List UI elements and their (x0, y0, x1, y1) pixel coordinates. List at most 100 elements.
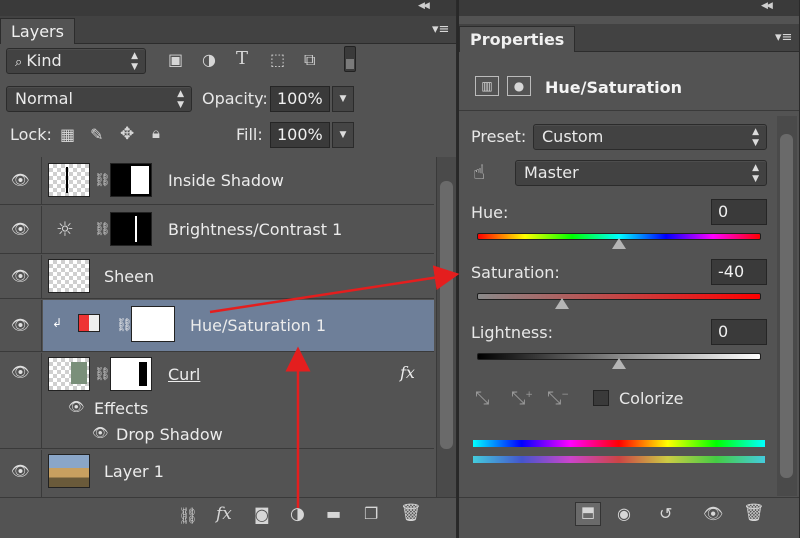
eye-icon[interactable]: 👁︎ (11, 462, 30, 480)
updown-icon: ▲ ▼ (752, 127, 759, 148)
colorize-checkbox[interactable] (593, 390, 609, 406)
layer-name[interactable]: Hue/Saturation 1 (190, 316, 326, 335)
layers-panel-header: ◀◀ (0, 0, 456, 16)
visibility-cell[interactable]: 👁︎ (0, 450, 42, 497)
tab-properties[interactable]: Properties (459, 26, 576, 52)
effect-row-drop-shadow[interactable]: 👁︎ Drop Shadow (0, 423, 434, 449)
brightness-contrast-icon: ☼ (56, 217, 74, 241)
type-layer-filter-icon[interactable]: T (236, 48, 248, 69)
layer-row-brightness-contrast[interactable]: 👁︎ ☼ ⛓︎ Brightness/Contrast 1 (0, 206, 434, 254)
collapse-icon[interactable]: ◀◀ (418, 1, 430, 11)
reset-icon[interactable]: ↺ (659, 504, 672, 523)
eyedropper-plus-icon[interactable]: ⤡+ (511, 388, 533, 409)
lock-all-icon[interactable]: 🔒︎ (152, 124, 160, 142)
pixel-layer-filter-icon[interactable]: ▣ (168, 50, 183, 69)
filter-toggle-switch[interactable] (344, 46, 356, 72)
filter-kind-value: Kind (26, 51, 62, 70)
layer-name[interactable]: Layer 1 (104, 462, 164, 481)
view-previous-state-icon[interactable]: ◉ (617, 504, 631, 523)
new-layer-icon[interactable]: ❐ (364, 504, 378, 523)
properties-panel-header: ◀◀ (459, 0, 799, 16)
layer-mask-icon[interactable]: ● (507, 76, 531, 96)
lightness-label: Lightness: (471, 323, 553, 342)
toggle-visibility-eye-icon[interactable]: 👁︎ (703, 504, 723, 523)
layer-row-hue-saturation[interactable]: 👁︎ ↲ ⛓︎ Hue/Saturation 1 (0, 300, 434, 352)
adjustment-levels-icon[interactable]: ▥ (475, 76, 499, 96)
panel-menu-icon[interactable]: ▾≡ (432, 22, 449, 37)
opacity-field[interactable]: 100% (270, 86, 330, 112)
layer-thumbnail (48, 259, 90, 293)
preset-dropdown[interactable]: Custom ▲ ▼ (533, 124, 767, 150)
effects-row[interactable]: 👁︎ Effects (0, 397, 434, 423)
trash-icon[interactable]: 🗑︎ (400, 503, 422, 523)
link-chain-icon[interactable]: ⛓︎ (94, 222, 111, 237)
saturation-slider-knob[interactable] (555, 298, 570, 309)
lightness-field[interactable]: 0 (711, 319, 767, 345)
lock-position-icon[interactable]: ✥ (120, 124, 134, 144)
tab-layers[interactable]: Layers (0, 18, 75, 44)
panel-menu-icon[interactable]: ▾≡ (775, 30, 792, 45)
lock-transparent-pixels-icon[interactable]: ▦ (60, 125, 75, 144)
add-mask-icon[interactable]: ◙ (254, 505, 270, 524)
effects-label: Effects (94, 399, 149, 418)
layer-name[interactable]: Sheen (104, 267, 154, 286)
saturation-field[interactable]: -40 (711, 259, 767, 285)
new-adjustment-layer-icon[interactable]: ◑ (290, 504, 305, 524)
opacity-dropdown-button[interactable]: ▼ (332, 86, 354, 112)
eye-icon[interactable]: 👁︎ (11, 171, 30, 189)
eyedropper-minus-icon[interactable]: ⤡− (547, 388, 569, 409)
mask-thumbnail (110, 163, 152, 197)
targeted-adjustment-hand-icon[interactable]: ☝︎ (473, 160, 485, 184)
visibility-cell[interactable]: 👁︎ (0, 300, 42, 351)
scrollbar-thumb[interactable] (780, 134, 793, 478)
clip-to-layer-icon[interactable]: ⬒ (575, 502, 601, 526)
layer-name[interactable]: Inside Shadow (168, 171, 284, 190)
visibility-cell[interactable]: 👁︎ (0, 255, 42, 298)
layer-row-layer-1[interactable]: 👁︎ Layer 1 (0, 450, 434, 497)
colorize-label[interactable]: Colorize (619, 389, 683, 408)
layer-row-sheen[interactable]: 👁︎ Sheen (0, 255, 434, 299)
layer-name[interactable]: Curl (168, 365, 200, 384)
link-chain-icon[interactable]: ⛓︎ (116, 318, 133, 333)
link-chain-icon[interactable]: ⛓︎ (94, 173, 111, 188)
link-chain-icon[interactable]: ⛓︎ (94, 367, 111, 382)
scrollbar-thumb[interactable] (440, 181, 453, 449)
fill-field[interactable]: 100% (270, 122, 330, 148)
layer-row-curl[interactable]: 👁︎ ⛓︎ Curl fx (0, 353, 434, 449)
new-group-folder-icon[interactable]: ▬ (326, 504, 341, 523)
layer-thumbnail (48, 163, 90, 197)
eye-icon[interactable]: 👁︎ (11, 316, 30, 334)
blend-mode-dropdown[interactable]: Normal ▲ ▼ (6, 86, 192, 112)
link-layers-icon[interactable]: ⛓︎ (178, 506, 198, 525)
mask-thumbnail (131, 306, 175, 342)
layers-scrollbar[interactable] (436, 157, 456, 497)
eye-icon[interactable]: 👁︎ (11, 220, 30, 238)
collapse-icon[interactable]: ◀◀ (761, 1, 773, 11)
filter-kind-dropdown[interactable]: ⌕ Kind ▲ ▼ (6, 48, 146, 74)
lightness-slider-knob[interactable] (612, 358, 626, 369)
trash-icon[interactable]: 🗑︎ (743, 503, 765, 523)
layers-panel: ◀◀ Layers ▾≡ ⌕ Kind ▲ ▼ ▣ ◑ T ⬚ ⧉ Normal … (0, 0, 457, 538)
eye-icon[interactable]: 👁︎ (68, 400, 85, 415)
shape-layer-filter-icon[interactable]: ⬚ (270, 50, 285, 69)
saturation-slider-track[interactable] (477, 293, 761, 300)
adjustment-layer-filter-icon[interactable]: ◑ (202, 50, 216, 69)
hue-slider-knob[interactable] (612, 238, 626, 249)
fx-badge[interactable]: fx (400, 363, 415, 382)
visibility-cell[interactable]: 👁︎ (0, 206, 42, 253)
layer-row-inside-shadow[interactable]: 👁︎ ⛓︎ Inside Shadow (0, 157, 434, 205)
properties-scrollbar[interactable] (777, 116, 797, 496)
layer-style-fx-icon[interactable]: fx (216, 504, 232, 524)
lock-image-pixels-icon[interactable]: ✎ (90, 125, 103, 144)
layer-name[interactable]: Brightness/Contrast 1 (168, 220, 342, 239)
eyedropper-icon[interactable]: ⤡ (475, 388, 489, 409)
channel-dropdown[interactable]: Master ▲ ▼ (515, 160, 767, 186)
smart-object-filter-icon[interactable]: ⧉ (304, 50, 315, 70)
properties-panel: ◀◀ Properties ▾≡ ▥ ● Hue/Saturation Pres… (459, 0, 800, 538)
visibility-cell[interactable]: 👁︎ (0, 157, 42, 204)
eye-icon[interactable]: 👁︎ (92, 426, 109, 441)
eye-icon[interactable]: 👁︎ (11, 267, 30, 285)
fill-dropdown-button[interactable]: ▼ (332, 122, 354, 148)
hue-field[interactable]: 0 (711, 199, 767, 225)
eye-icon[interactable]: 👁︎ (11, 363, 30, 381)
